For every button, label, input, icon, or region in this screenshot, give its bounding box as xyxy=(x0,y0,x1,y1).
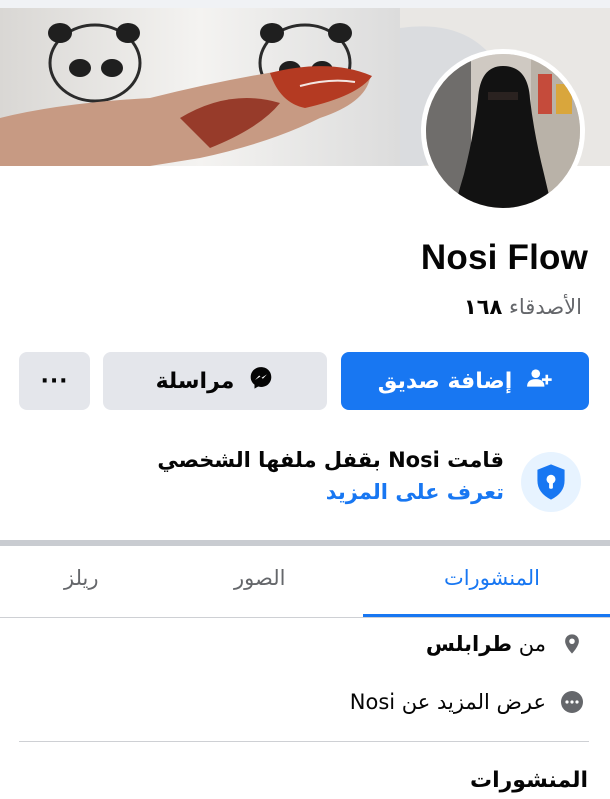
more-dots-icon xyxy=(560,690,584,714)
profile-tabs: المنشورات الصور ريلز xyxy=(0,546,610,617)
locked-profile-notice: قامت Nosi بقفل ملفها الشخصي xyxy=(157,448,504,472)
tab-posts[interactable]: المنشورات xyxy=(444,566,540,590)
message-button[interactable]: مراسلة xyxy=(103,352,327,410)
intro-divider xyxy=(19,741,589,742)
message-label: مراسلة xyxy=(155,368,235,394)
location-pin-icon xyxy=(560,632,584,656)
top-strip xyxy=(0,0,610,8)
posts-section-title: المنشورات xyxy=(469,768,588,793)
friends-label: الأصدقاء xyxy=(509,295,582,319)
learn-more-link[interactable]: تعرف على المزيد xyxy=(326,480,504,504)
location-city[interactable]: طرابلس xyxy=(426,632,512,656)
friends-count: ١٦٨ xyxy=(463,295,503,319)
shield-lock-icon xyxy=(521,452,581,512)
location-prefix: من xyxy=(518,632,546,656)
friends-count-line[interactable]: الأصدقاء ١٦٨ xyxy=(464,295,582,319)
add-user-icon xyxy=(526,365,552,397)
profile-picture[interactable] xyxy=(426,54,580,208)
tabs-border xyxy=(0,617,610,618)
see-more-about-label: عرض المزيد عن Nosi xyxy=(349,690,546,714)
add-friend-button[interactable]: إضافة صديق xyxy=(341,352,589,410)
location-row: من طرابلس xyxy=(426,632,584,656)
profile-picture-frame[interactable] xyxy=(421,49,585,213)
add-friend-label: إضافة صديق xyxy=(377,368,513,394)
messenger-icon xyxy=(248,365,274,397)
more-options-label: ··· xyxy=(40,368,69,394)
tab-reels[interactable]: ريلز xyxy=(64,566,99,590)
see-more-about-row[interactable]: عرض المزيد عن Nosi xyxy=(350,690,584,714)
profile-name: Nosi Flow xyxy=(420,238,588,277)
more-options-button[interactable]: ··· xyxy=(19,352,90,410)
tab-photos[interactable]: الصور xyxy=(234,566,285,590)
